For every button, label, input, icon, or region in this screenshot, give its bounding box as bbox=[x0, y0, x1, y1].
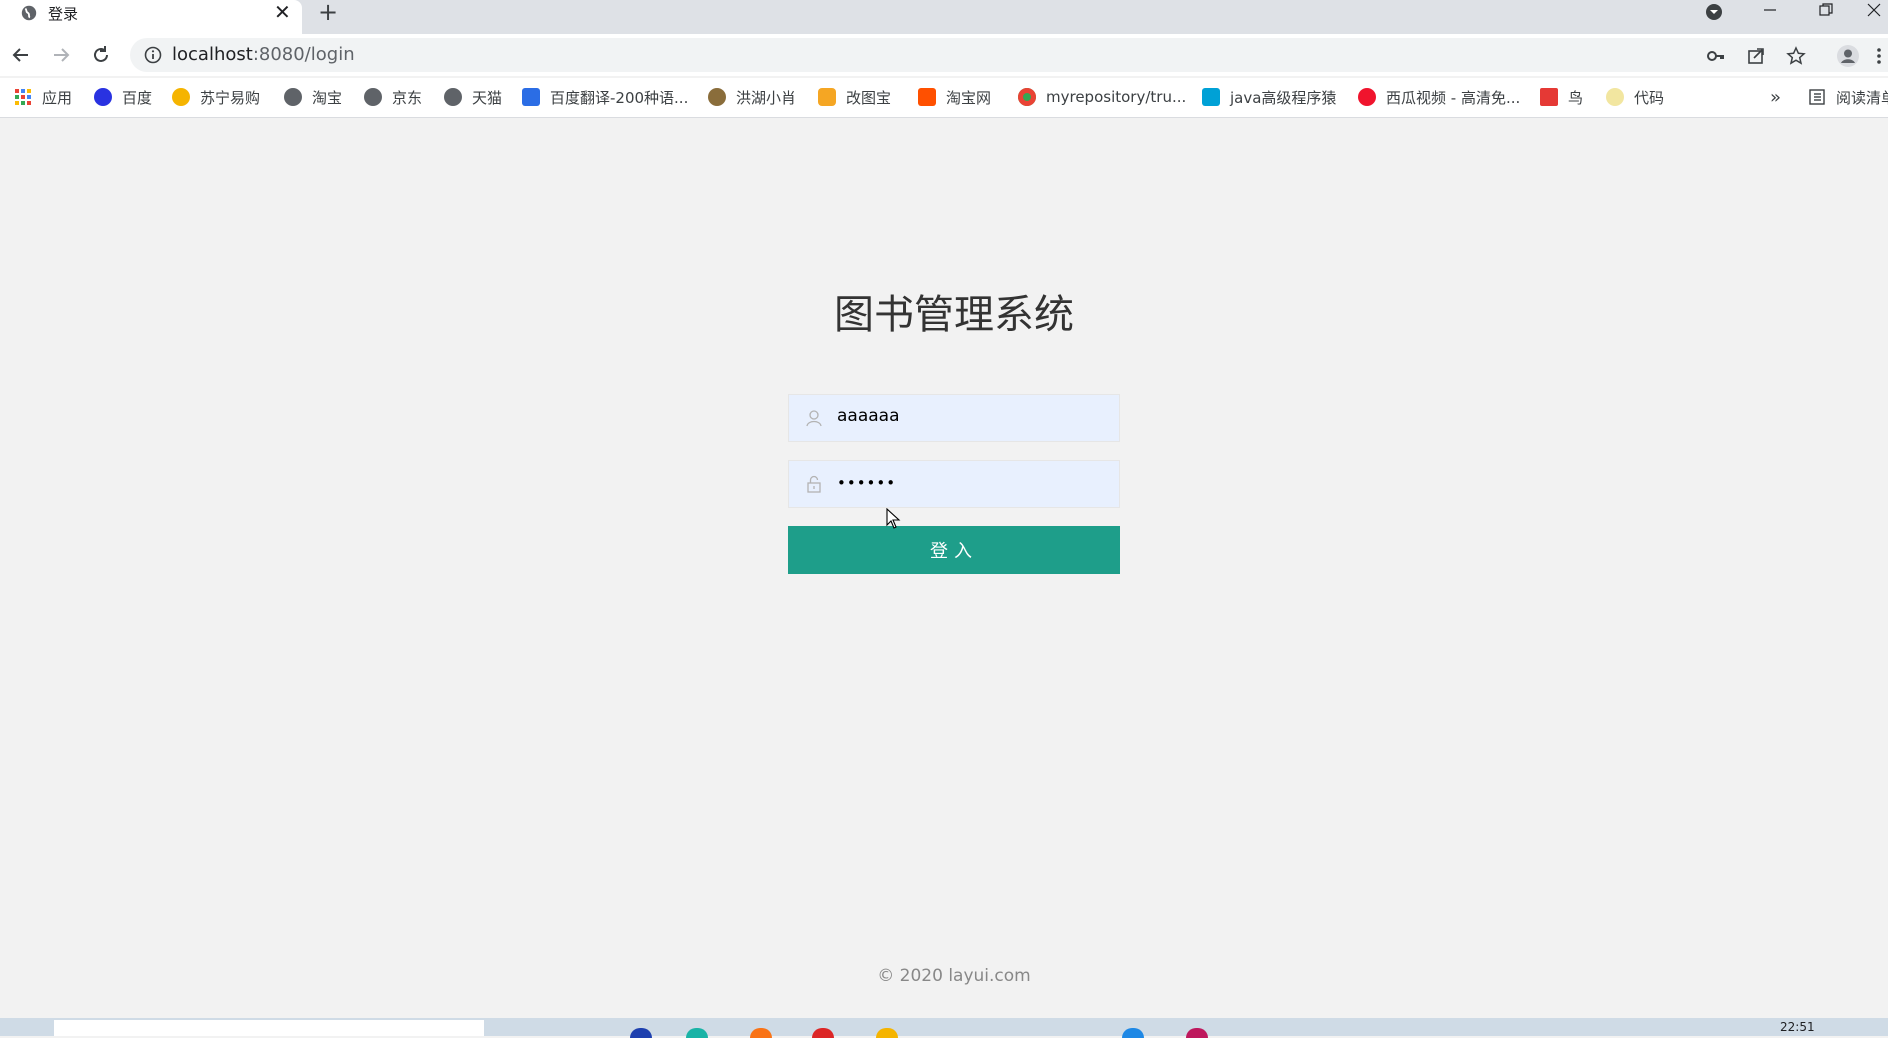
password-input[interactable]: •••••• bbox=[788, 460, 1120, 508]
user-icon bbox=[806, 410, 822, 427]
new-tab-button[interactable]: + bbox=[318, 0, 338, 24]
bookmark-label: 苏宁易购 bbox=[200, 88, 261, 107]
browser-tabstrip: 登录 ✕ + bbox=[0, 0, 1888, 34]
bookmark-label: java高级程序猿 bbox=[1230, 88, 1337, 107]
globe-icon bbox=[444, 88, 462, 106]
taskbar-app-icon[interactable] bbox=[750, 1028, 772, 1038]
bookmarks-bar: 应用 百度 苏宁易购 淘宝 京东 天猫 百度翻译-200种语... 洪湖小肖 改… bbox=[0, 78, 1888, 118]
bookmark-label: 天猫 bbox=[472, 88, 503, 107]
page-title: 图书管理系统 bbox=[834, 292, 1074, 338]
globe-icon bbox=[21, 5, 37, 21]
bookmark-label: 百度翻译-200种语... bbox=[550, 88, 689, 107]
apps-grid-icon bbox=[15, 89, 31, 105]
taskbar-app-icon[interactable] bbox=[812, 1028, 834, 1038]
bookmark-label: 淘宝 bbox=[312, 88, 343, 107]
mouse-cursor-icon bbox=[886, 508, 901, 529]
bookmark-java[interactable]: java高级程序猿 bbox=[1202, 78, 1336, 116]
bookmark-label: 应用 bbox=[42, 88, 73, 107]
close-icon[interactable]: ✕ bbox=[274, 0, 291, 24]
reading-list-label: 阅读清单 bbox=[1836, 88, 1888, 107]
browser-tab-login[interactable]: 登录 ✕ bbox=[0, 0, 302, 34]
taskbar-app-icon[interactable] bbox=[1122, 1028, 1144, 1038]
bookmark-jd[interactable]: 京东 bbox=[364, 78, 422, 116]
bookmark-label: 洪湖小肖 bbox=[736, 88, 797, 107]
bookmark-honghu[interactable]: 洪湖小肖 bbox=[708, 78, 796, 116]
footer-copyright: © 2020 layui.com bbox=[877, 966, 1031, 986]
gaitubao-icon bbox=[818, 88, 836, 106]
menu-dots-icon[interactable] bbox=[1874, 46, 1884, 66]
back-arrow-icon[interactable] bbox=[10, 44, 32, 66]
globe-icon bbox=[364, 88, 382, 106]
bookmark-baidu[interactable]: 百度 bbox=[94, 78, 152, 116]
info-icon[interactable] bbox=[144, 46, 162, 64]
os-taskbar: 22:51 bbox=[0, 1018, 1888, 1038]
bookmark-label: 百度 bbox=[122, 88, 153, 107]
bookmark-niao[interactable]: 鸟 bbox=[1540, 78, 1583, 116]
star-icon[interactable] bbox=[1786, 46, 1806, 66]
username-value: aaaaaa bbox=[837, 406, 900, 426]
bookmark-apps[interactable]: 应用 bbox=[14, 78, 72, 116]
bookmark-myrepository[interactable]: myrepository/tru... bbox=[1018, 78, 1186, 116]
bookmark-tmall[interactable]: 天猫 bbox=[444, 78, 502, 116]
translate-icon bbox=[522, 88, 540, 106]
bookmark-daima[interactable]: 代码 bbox=[1606, 78, 1664, 116]
taskbar-app-icon[interactable] bbox=[1186, 1028, 1208, 1038]
login-button[interactable]: 登入 bbox=[788, 526, 1120, 574]
key-icon[interactable] bbox=[1706, 46, 1726, 66]
bilibili-icon bbox=[1202, 88, 1220, 106]
bookmark-taobaowang[interactable]: 淘宝网 bbox=[918, 78, 991, 116]
minimize-icon[interactable] bbox=[1762, 2, 1778, 18]
reading-list-icon bbox=[1809, 89, 1825, 105]
taskbar-app-icon[interactable] bbox=[876, 1028, 898, 1038]
bookmark-gaitubao[interactable]: 改图宝 bbox=[818, 78, 891, 116]
url-text[interactable]: localhost:8080/login bbox=[172, 44, 355, 65]
chrome-icon bbox=[1018, 88, 1036, 106]
bookmark-label: 京东 bbox=[392, 88, 423, 107]
taskbar-search-box[interactable] bbox=[54, 1020, 484, 1036]
reload-icon[interactable] bbox=[90, 44, 112, 66]
window-close-icon[interactable] bbox=[1866, 2, 1882, 18]
baidu-paw-icon bbox=[94, 88, 112, 106]
reading-list-button[interactable]: 阅读清单 bbox=[1808, 78, 1888, 116]
suning-icon bbox=[172, 88, 190, 106]
taskbar-app-icon[interactable] bbox=[686, 1028, 708, 1038]
taskbar-clock: 22:51 bbox=[1780, 1020, 1815, 1034]
bookmark-label: 淘宝网 bbox=[946, 88, 992, 107]
username-input[interactable]: aaaaaa bbox=[788, 394, 1120, 442]
xigua-icon bbox=[1358, 88, 1376, 106]
forward-arrow-icon[interactable] bbox=[50, 44, 72, 66]
profile-avatar-icon[interactable] bbox=[1836, 44, 1860, 68]
bird-icon bbox=[708, 88, 726, 106]
bookmark-xigua[interactable]: 西瓜视频 - 高清免... bbox=[1358, 78, 1520, 116]
share-icon[interactable] bbox=[1746, 46, 1766, 66]
bookmark-label: 代码 bbox=[1634, 88, 1665, 107]
bird-red-icon bbox=[1540, 88, 1558, 106]
tab-search-icon[interactable] bbox=[1704, 2, 1724, 22]
bookmarks-overflow-button[interactable]: » bbox=[1770, 78, 1781, 116]
restore-icon[interactable] bbox=[1818, 2, 1834, 18]
bookmark-suning[interactable]: 苏宁易购 bbox=[172, 78, 260, 116]
bookmark-label: myrepository/tru... bbox=[1046, 88, 1187, 106]
leaf-icon bbox=[1606, 88, 1624, 106]
url-host: localhost bbox=[172, 44, 253, 65]
address-bar[interactable]: localhost:8080/login bbox=[130, 38, 1888, 72]
password-value: •••••• bbox=[837, 474, 897, 492]
bookmark-label: 鸟 bbox=[1568, 88, 1584, 107]
bookmark-label: 改图宝 bbox=[846, 88, 892, 107]
lock-icon bbox=[807, 475, 821, 493]
bookmark-baidu-translate[interactable]: 百度翻译-200种语... bbox=[522, 78, 688, 116]
taskbar-app-icon[interactable] bbox=[630, 1028, 652, 1038]
globe-icon bbox=[284, 88, 302, 106]
bookmark-label: 西瓜视频 - 高清免... bbox=[1386, 88, 1521, 107]
tab-title: 登录 bbox=[48, 5, 79, 23]
bookmark-taobao[interactable]: 淘宝 bbox=[284, 78, 342, 116]
taobao-icon bbox=[918, 88, 936, 106]
login-page: 图书管理系统 aaaaaa •••••• 登入 © 2020 layui.com bbox=[0, 118, 1888, 1018]
url-path: :8080/login bbox=[252, 44, 355, 65]
